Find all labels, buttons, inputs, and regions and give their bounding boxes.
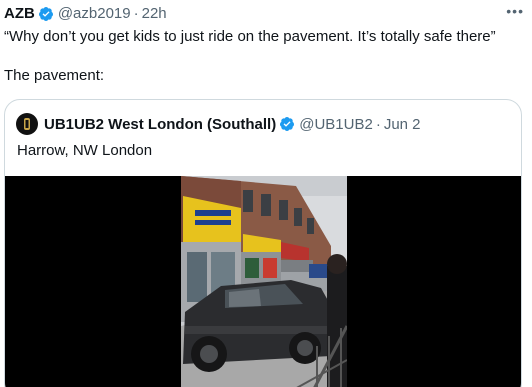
verified-badge-icon — [38, 7, 53, 21]
separator-dot: · — [375, 115, 381, 133]
author-handle[interactable]: @azb2019 — [58, 4, 131, 24]
quoted-tweet[interactable]: UB1UB2 West London (Southall) @UB1UB2 · … — [4, 99, 522, 387]
street-scene-video — [181, 176, 347, 387]
separator-dot: · — [133, 5, 139, 22]
tweet-header: AZB @azb2019 · 22h ••• — [4, 4, 524, 24]
quoted-author-name[interactable]: UB1UB2 West London (Southall) — [44, 116, 276, 133]
tweet-text-line1: “Why don’t you get kids to just ride on … — [4, 28, 496, 45]
quoted-avatar[interactable] — [16, 113, 38, 135]
crest-icon — [24, 118, 30, 130]
quoted-author-handle[interactable]: @UB1UB2 — [299, 116, 373, 133]
video-player[interactable] — [5, 176, 521, 387]
timestamp[interactable]: 22h — [142, 4, 167, 24]
more-horizontal-icon[interactable]: ••• — [506, 4, 524, 18]
quoted-tweet-header: UB1UB2 West London (Southall) @UB1UB2 · … — [16, 113, 511, 135]
quoted-timestamp[interactable]: Jun 2 — [384, 116, 421, 133]
tweet-card[interactable]: AZB @azb2019 · 22h ••• “Why don’t you ge… — [0, 0, 532, 387]
quoted-tweet-text: Harrow, NW London — [17, 142, 153, 159]
video-frame[interactable] — [181, 176, 347, 387]
verified-badge-icon — [280, 117, 295, 131]
author-name[interactable]: AZB — [4, 4, 35, 24]
tweet-text-line2: The pavement: — [4, 67, 105, 84]
